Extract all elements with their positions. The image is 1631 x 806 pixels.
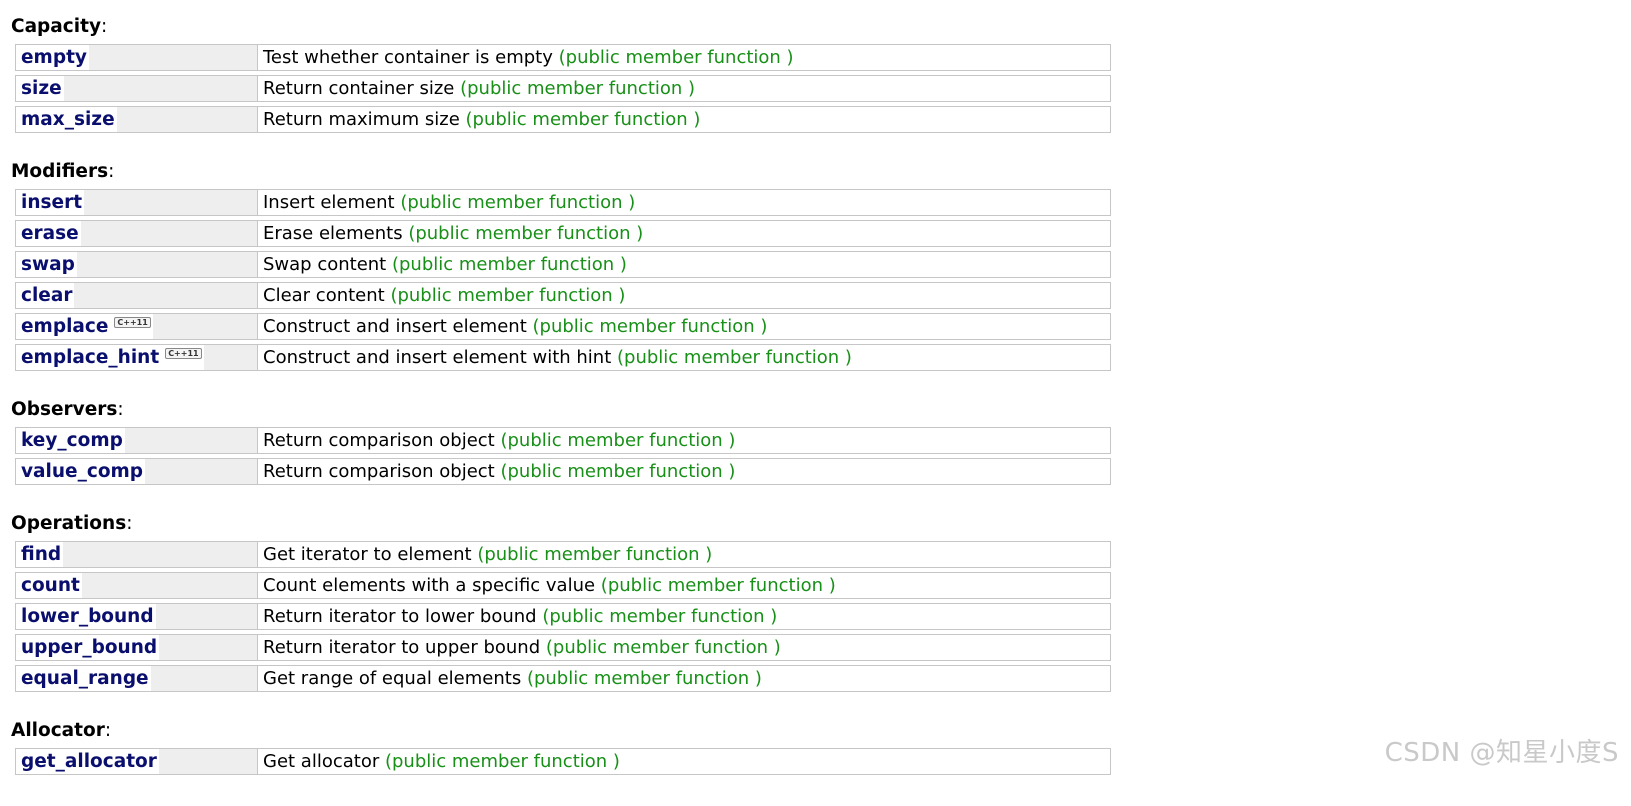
- member-description: Insert element: [263, 192, 395, 213]
- member-description: Count elements with a specific value: [263, 575, 596, 596]
- table-row: empty Test whether container is empty (p…: [15, 44, 1111, 71]
- member-link-emplace[interactable]: emplace C++11: [16, 314, 153, 339]
- cpp11-badge: C++11: [114, 317, 151, 328]
- member-description: Construct and insert element with hint: [263, 347, 612, 368]
- member-description: Swap content: [263, 254, 387, 275]
- member-link-size[interactable]: size: [16, 76, 64, 101]
- member-table: get_allocator Get allocator (public memb…: [15, 744, 1111, 779]
- section-heading: Observers:: [11, 399, 124, 420]
- table-row: key_comp Return comparison object (publi…: [15, 427, 1111, 454]
- member-kind: (public member function ): [500, 430, 736, 451]
- table-row: count Count elements with a specific val…: [15, 572, 1111, 599]
- member-description: Return container size: [263, 78, 455, 99]
- member-link-upper-bound[interactable]: upper_bound: [16, 635, 160, 660]
- watermark: CSDN @知星小度S: [1384, 738, 1619, 768]
- member-link-clear[interactable]: clear: [16, 283, 75, 308]
- member-table: empty Test whether container is empty (p…: [15, 40, 1111, 137]
- member-table: insert Insert element (public member fun…: [15, 185, 1111, 375]
- member-description: Return maximum size: [263, 109, 460, 130]
- member-link-count[interactable]: count: [16, 573, 82, 598]
- member-description: Erase elements: [263, 223, 403, 244]
- member-description: Get allocator: [263, 751, 380, 772]
- table-row: erase Erase elements (public member func…: [15, 220, 1111, 247]
- member-link-empty[interactable]: empty: [16, 45, 89, 70]
- section-heading: Capacity:: [11, 16, 108, 37]
- member-kind: (public member function ): [400, 192, 636, 213]
- member-kind: (public member function ): [477, 544, 713, 565]
- member-kind: (public member function ): [390, 285, 626, 306]
- member-link-max-size[interactable]: max_size: [16, 107, 117, 132]
- member-kind: (public member function ): [384, 751, 620, 772]
- member-link-swap[interactable]: swap: [16, 252, 77, 277]
- member-link-get-allocator[interactable]: get_allocator: [16, 749, 159, 774]
- member-description: Test whether container is empty: [263, 47, 553, 68]
- table-row: swap Swap content (public member functio…: [15, 251, 1111, 278]
- section-modifiers: Modifiers: insert Insert element (public…: [11, 159, 1111, 375]
- member-link-lower-bound[interactable]: lower_bound: [16, 604, 156, 629]
- section-capacity: Capacity: empty Test whether container i…: [11, 14, 1111, 137]
- table-row: upper_bound Return iterator to upper bou…: [15, 634, 1111, 661]
- table-row: clear Clear content (public member funct…: [15, 282, 1111, 309]
- member-description: Get iterator to element: [263, 544, 472, 565]
- member-kind: (public member function ): [532, 316, 768, 337]
- member-kind: (public member function ): [465, 109, 701, 130]
- member-kind: (public member function ): [617, 347, 852, 368]
- member-link-erase[interactable]: erase: [16, 221, 81, 246]
- member-description: Return comparison object: [263, 461, 495, 482]
- member-kind: (public member function ): [545, 637, 781, 658]
- member-link-value-comp[interactable]: value_comp: [16, 459, 146, 484]
- table-row: emplace C++11 Construct and insert elemen…: [15, 313, 1111, 340]
- table-row: max_size Return maximum size (public mem…: [15, 106, 1111, 133]
- member-link-key-comp[interactable]: key_comp: [16, 428, 125, 453]
- member-table: find Get iterator to element (public mem…: [15, 537, 1111, 696]
- member-kind: (public member function ): [542, 606, 778, 627]
- member-kind: (public member function ): [500, 461, 736, 482]
- member-link-equal-range[interactable]: equal_range: [16, 666, 151, 691]
- member-description: Return iterator to lower bound: [263, 606, 537, 627]
- member-description: Clear content: [263, 285, 385, 306]
- member-kind: (public member function ): [526, 668, 762, 689]
- member-function-reference: Capacity: empty Test whether container i…: [11, 14, 1111, 801]
- table-row: find Get iterator to element (public mem…: [15, 541, 1111, 568]
- member-kind: (public member function ): [558, 47, 794, 68]
- member-description: Return comparison object: [263, 430, 495, 451]
- section-heading: Allocator:: [11, 720, 112, 741]
- table-row: size Return container size (public membe…: [15, 75, 1111, 102]
- section-heading: Modifiers:: [11, 161, 115, 182]
- member-table: key_comp Return comparison object (publi…: [15, 423, 1111, 489]
- member-link-emplace-hint[interactable]: emplace_hint C++11: [16, 345, 204, 370]
- member-link-insert[interactable]: insert: [16, 190, 85, 215]
- table-row: value_comp Return comparison object (pub…: [15, 458, 1111, 485]
- member-kind: (public member function ): [460, 78, 696, 99]
- cpp11-badge: C++11: [165, 348, 202, 359]
- table-row: lower_bound Return iterator to lower bou…: [15, 603, 1111, 630]
- table-row: insert Insert element (public member fun…: [15, 189, 1111, 216]
- member-description: Get range of equal elements: [263, 668, 522, 689]
- section-observers: Observers: key_comp Return comparison ob…: [11, 397, 1111, 489]
- section-allocator: Allocator: get_allocator Get allocator (…: [11, 718, 1111, 779]
- table-row: equal_range Get range of equal elements …: [15, 665, 1111, 692]
- member-kind: (public member function ): [600, 575, 836, 596]
- table-row: emplace_hint C++11 Construct and insert e…: [15, 344, 1111, 371]
- member-link-find[interactable]: find: [16, 542, 64, 567]
- section-operations: Operations: find Get iterator to element…: [11, 511, 1111, 696]
- member-kind: (public member function ): [408, 223, 644, 244]
- member-description: Return iterator to upper bound: [263, 637, 541, 658]
- table-row: get_allocator Get allocator (public memb…: [15, 748, 1111, 775]
- section-heading: Operations:: [11, 513, 133, 534]
- member-description: Construct and insert element: [263, 316, 527, 337]
- member-kind: (public member function ): [391, 254, 627, 275]
